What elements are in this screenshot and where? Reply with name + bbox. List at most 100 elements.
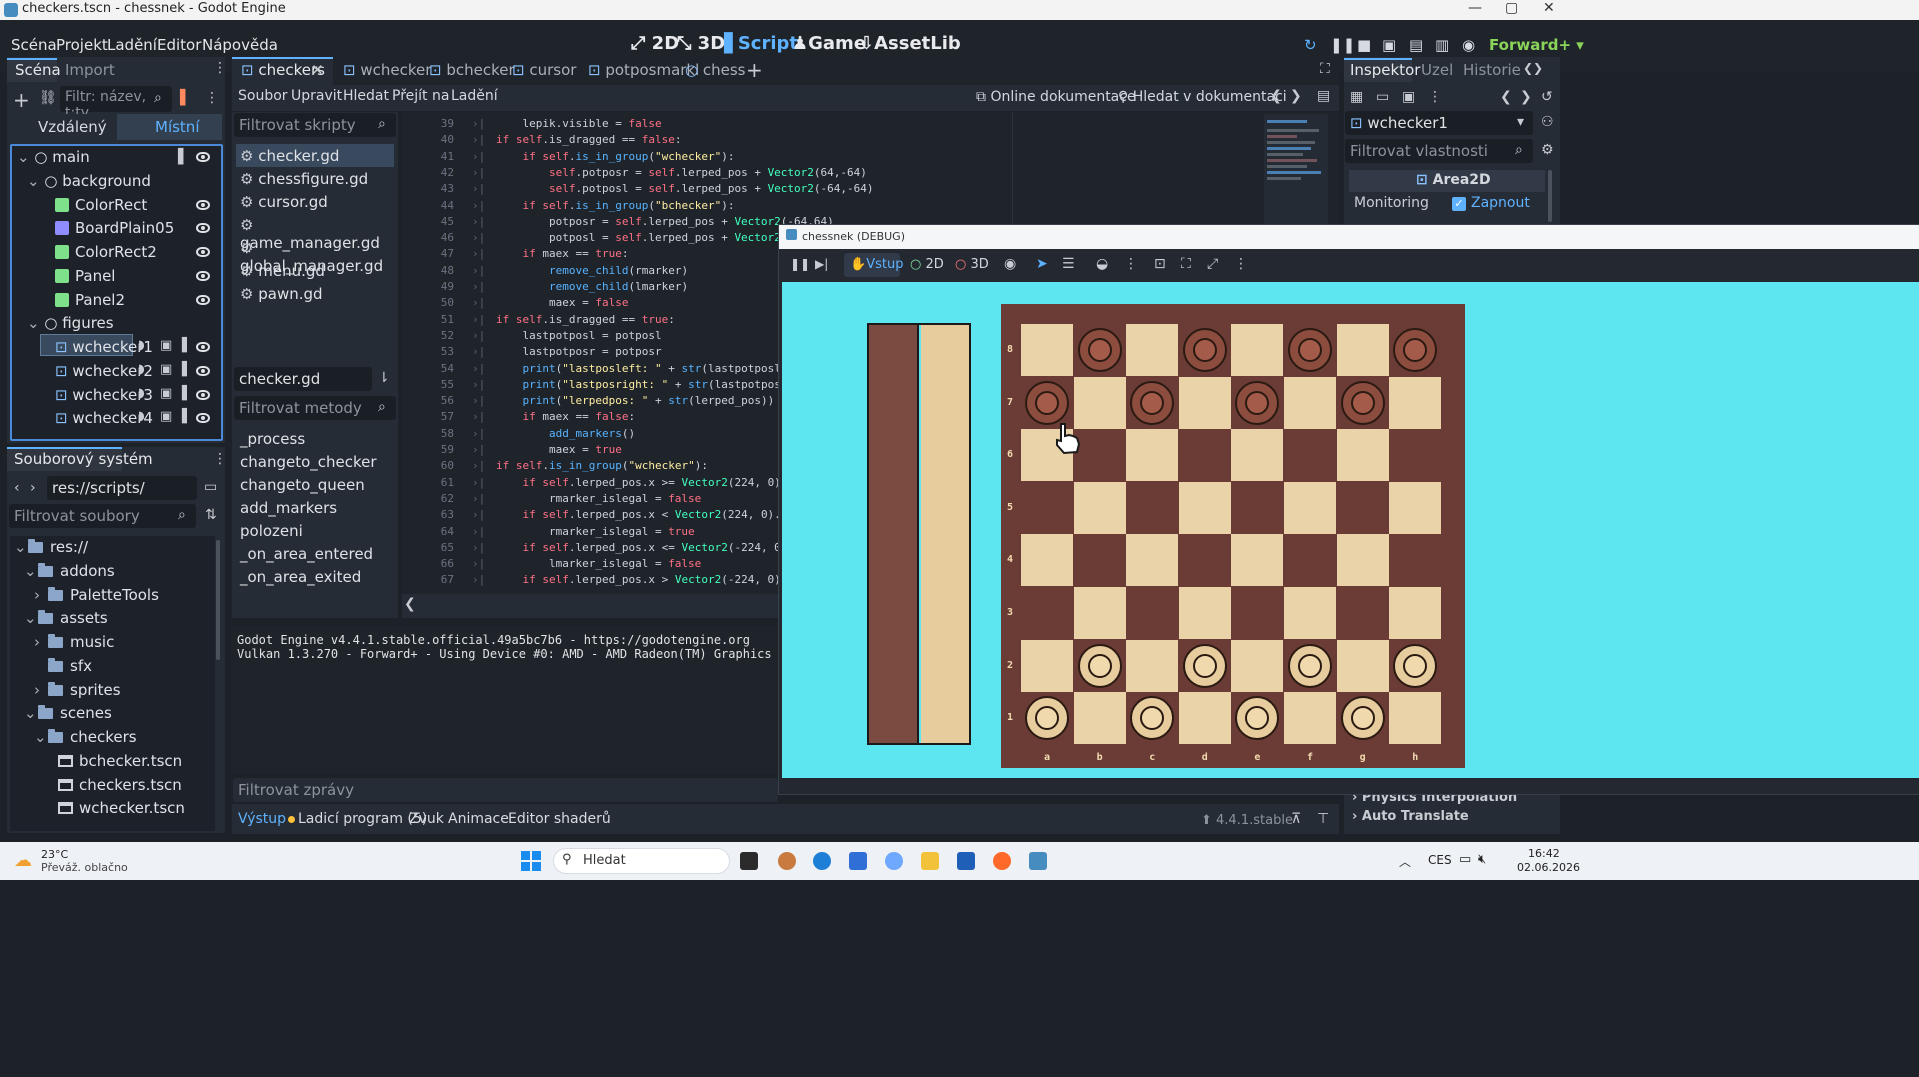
board-square[interactable] [1126, 429, 1179, 482]
code-line[interactable]: if self.is_in_group("bchecker"): [496, 199, 735, 212]
tree-item[interactable]: Panel [37, 267, 115, 285]
script-list-item[interactable]: ⚙ pawn.gd [236, 283, 394, 305]
scene-tab[interactable]: ○ chess [685, 61, 746, 79]
pause-icon[interactable]: ❚❚ [790, 257, 810, 271]
tree-item[interactable]: Panel2 [37, 291, 125, 309]
bottom-tab-audio[interactable]: Zvuk [409, 811, 444, 827]
script-icon[interactable]: ▌ [182, 338, 192, 353]
code-line[interactable]: if self.lerped_pos.x <= Vector2(-224, 0)… [496, 541, 808, 554]
play-scene-icon[interactable]: ▤ [1409, 36, 1423, 54]
sort-icon[interactable]: ⇅ [205, 507, 217, 523]
board-square[interactable] [1126, 534, 1179, 587]
fullscreen-icon[interactable]: ⤢ [1207, 256, 1218, 272]
mode-2d-button[interactable]: ○ 2D [910, 257, 944, 272]
board-square[interactable] [1389, 692, 1442, 745]
visibility-eye-icon[interactable] [196, 413, 210, 423]
clock-date[interactable]: 02.06.2026 [1517, 861, 1580, 874]
workspace-2d-button[interactable]: ⤢ 2D [631, 33, 679, 54]
open-resource-icon[interactable]: ▭ [1376, 89, 1389, 105]
code-line[interactable]: print("lastposright: " + str(lastpotposr… [496, 378, 801, 391]
white-checker[interactable] [1393, 643, 1438, 688]
board-square[interactable] [1231, 481, 1284, 534]
visibility-eye-icon[interactable] [196, 200, 210, 210]
code-line[interactable]: if self.lerped_pos.x < Vector2(224, 0).x… [496, 508, 795, 521]
store-icon[interactable] [957, 852, 975, 870]
visibility-eye-icon[interactable] [196, 390, 210, 400]
stop-icon[interactable]: ■ [1357, 36, 1371, 54]
minimize-icon[interactable]: — [1468, 0, 1482, 16]
copilot-icon[interactable] [885, 852, 903, 870]
clock-time[interactable]: 16:42 [1528, 847, 1560, 860]
board-square[interactable] [1178, 587, 1231, 639]
white-checker[interactable] [1025, 696, 1069, 741]
chevron-down-icon[interactable]: ⌄ [24, 609, 38, 627]
code-line[interactable]: maex = false [496, 296, 629, 309]
menu-dots-icon[interactable]: ⋮ [213, 451, 227, 467]
dock-arrows-icon[interactable]: ❮❯ [1523, 61, 1543, 75]
file-item[interactable]: sfx [34, 657, 92, 675]
scene-tab[interactable]: ⊡ potposmarkl [588, 61, 699, 79]
language-indicator[interactable]: CES [1428, 853, 1452, 867]
method-list-item[interactable]: _process [240, 430, 305, 448]
white-checker[interactable] [1182, 643, 1227, 688]
board-square[interactable] [1336, 534, 1389, 587]
board-square[interactable] [1126, 481, 1179, 534]
white-checker[interactable] [1077, 643, 1122, 688]
code-line[interactable]: lepik.visible = false [496, 117, 661, 130]
board-square[interactable] [1231, 639, 1284, 692]
board-square[interactable] [1336, 481, 1389, 534]
chevron-down-icon[interactable]: ⌄ [24, 704, 38, 722]
code-line[interactable]: remove_child(lmarker) [496, 280, 688, 293]
black-checker[interactable] [1340, 380, 1385, 425]
chevron-down-icon[interactable]: ⌄ [14, 538, 28, 556]
collapse-left-icon[interactable]: ❮ [404, 596, 416, 612]
methods-filter-input[interactable]: Filtrovat metody [234, 396, 396, 420]
board-square[interactable] [1021, 534, 1073, 587]
file-item[interactable]: › PaletteTools [34, 586, 159, 604]
renderer-select[interactable]: Forward+ ▾ [1489, 36, 1584, 54]
board-square[interactable] [1126, 324, 1179, 376]
script-list-item[interactable]: ⚙ chessfigure.gd [236, 168, 394, 190]
pause-icon[interactable]: ❚❚ [1330, 36, 1355, 54]
code-line[interactable]: self.potposl = self.lerped_pos + Vector2… [496, 182, 874, 195]
menu-help[interactable]: Nápověda [202, 36, 278, 54]
next-script-icon[interactable]: ❯ [1290, 88, 1302, 104]
board-square[interactable] [1389, 481, 1442, 534]
black-checker[interactable] [1235, 380, 1280, 425]
taskbar-search-input[interactable] [553, 848, 730, 874]
code-line[interactable]: maex = true [496, 443, 622, 456]
workspace-3d-button[interactable]: ⤡ 3D [677, 33, 725, 54]
board-square[interactable] [1336, 639, 1389, 692]
movie-maker-icon[interactable]: ◉ [1462, 36, 1475, 54]
workspace-game-button[interactable]: ♟Game [792, 33, 866, 54]
mode-3d-button[interactable]: ○ 3D [955, 257, 989, 272]
script-menu-item[interactable]: Ladění [451, 88, 498, 104]
script-menu-item[interactable]: Upravit [291, 88, 342, 104]
group-icon[interactable]: ▣ [160, 362, 172, 377]
scene-tab[interactable]: ⊡ wchecker [343, 61, 431, 79]
code-line[interactable]: if maex == false: [496, 410, 636, 423]
node-config-icon[interactable]: ⚇ [1541, 114, 1554, 130]
code-line[interactable]: if self.is_in_group("wchecker"): [496, 150, 735, 163]
board-square[interactable] [1126, 587, 1179, 639]
group-icon[interactable]: ▣ [160, 338, 172, 353]
inspector-node-select[interactable]: ⊡ wchecker1 [1345, 111, 1533, 135]
method-list-item[interactable]: add_markers [240, 499, 337, 517]
board-square[interactable] [1178, 481, 1231, 534]
visibility-eye-icon[interactable] [196, 342, 210, 352]
script-list-item[interactable]: ⚙ cursor.gd [236, 191, 394, 213]
menu-scene[interactable]: Scéna [11, 36, 57, 54]
board-square[interactable] [1073, 534, 1126, 587]
more-icon[interactable]: ⋮ [1428, 89, 1442, 105]
visibility-eye-icon[interactable] [196, 366, 210, 376]
board-square[interactable] [1021, 587, 1073, 639]
embed-icon[interactable]: ⊡ [1154, 256, 1166, 272]
section-auto-translate[interactable]: › Auto Translate [1352, 809, 1469, 824]
board-square[interactable] [1231, 429, 1284, 482]
chevron-down-icon[interactable]: ⌄ [27, 172, 44, 190]
chevron-down-icon[interactable]: ⌄ [24, 562, 38, 580]
prev-script-icon[interactable]: ❮ [1270, 88, 1282, 104]
group-icon[interactable]: ▣ [160, 386, 172, 401]
split-view-icon[interactable]: ▭ [204, 479, 217, 495]
remote-debug-icon[interactable]: ▣ [1382, 36, 1396, 54]
